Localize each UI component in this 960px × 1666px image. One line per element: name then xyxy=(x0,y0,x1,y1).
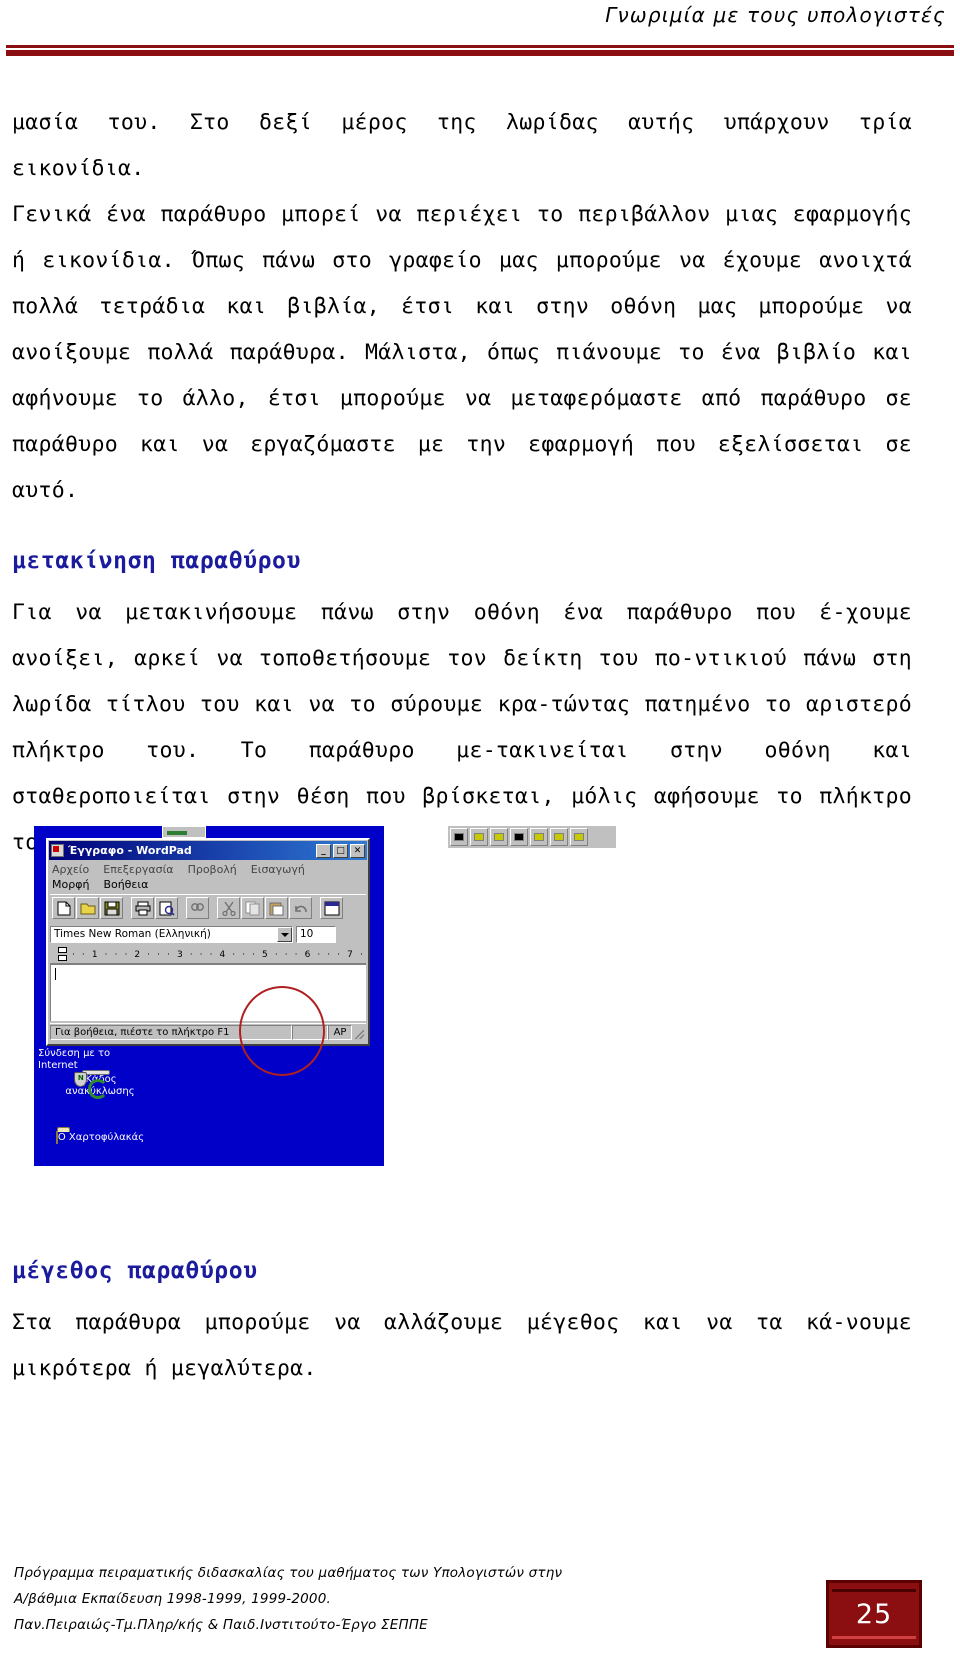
desktop-icon-briefcase[interactable]: Ο Χαρτοφύλακάς xyxy=(54,1131,146,1144)
paragraph-3: Για να μετακινήσουμε πάνω στην οθόνη ένα… xyxy=(12,600,912,855)
copy-icon[interactable] xyxy=(241,897,264,919)
close-button[interactable]: ✕ xyxy=(350,843,365,858)
desktop-icon-internet-label: Σύνδεση με το Internet xyxy=(38,1048,111,1071)
figure-windows-screenshot: Έγγραφο - WordPad _ □ ✕ Αρχείο Επεξεργασ… xyxy=(34,826,616,1166)
header-rule xyxy=(6,45,954,56)
open-folder-icon[interactable] xyxy=(76,897,99,919)
font-name-combo[interactable]: Times New Roman (Ελληνική) xyxy=(50,925,293,943)
menu-item-insert[interactable]: Εισαγωγή xyxy=(251,862,305,877)
strip-button-1[interactable] xyxy=(450,828,468,846)
wordpad-app-icon xyxy=(51,844,64,857)
briefcase-folder-icon xyxy=(55,1131,58,1144)
desktop-background: Έγγραφο - WordPad _ □ ✕ Αρχείο Επεξεργασ… xyxy=(34,826,384,1166)
strip-button-5[interactable] xyxy=(530,828,548,846)
wordpad-window[interactable]: Έγγραφο - WordPad _ □ ✕ Αρχείο Επεξεργασ… xyxy=(46,838,370,1046)
text-caret xyxy=(55,968,56,980)
save-icon[interactable] xyxy=(100,897,123,919)
page-number-badge: 25 xyxy=(826,1580,922,1648)
first-line-indent-marker[interactable] xyxy=(58,947,67,953)
status-pane-blank xyxy=(292,1025,328,1040)
desktop-icon-briefcase-label: Ο Χαρτοφύλακάς xyxy=(57,1132,145,1143)
desktop-icon-internet[interactable]: Σύνδεση με το Internet xyxy=(34,1048,150,1072)
wordpad-toolbar xyxy=(50,894,366,921)
print-preview-icon[interactable] xyxy=(155,897,178,919)
wordpad-statusbar: Για βοήθεια, πιέστε το πλήκτρο F1 AP xyxy=(50,1023,366,1041)
footer-line-2: Α/βάθμια Εκπαίδευση 1998-1999, 1999-2000… xyxy=(14,1591,331,1607)
header-rule-bottom xyxy=(6,50,954,56)
footer-line-1: Πρόγραμμα πειραματικής διδασκαλίας του μ… xyxy=(14,1565,563,1581)
font-name-value: Times New Roman (Ελληνική) xyxy=(54,928,211,940)
page-content: μασία του. Στο δεξί μέρος της λωρίδας αυ… xyxy=(12,100,912,866)
background-window-edge xyxy=(162,826,206,838)
heading-window-size: μέγεθος παραθύρου xyxy=(12,1258,258,1284)
menu-item-file[interactable]: Αρχείο xyxy=(52,862,89,877)
strip-button-3[interactable] xyxy=(490,828,508,846)
wordpad-document-area[interactable] xyxy=(50,964,366,1021)
ruler-marks: · · 1 · · · 2 · · · 3 · · · 4 · · · 5 · … xyxy=(72,949,365,960)
left-indent-marker[interactable] xyxy=(58,955,67,961)
page-header: Γνωριμία με τους υπολογιστές xyxy=(0,0,960,62)
paragraph-4: Στα παράθυρα μπορούμε να αλλάζουμε μέγεθ… xyxy=(12,1310,912,1381)
chevron-down-icon[interactable] xyxy=(277,926,292,942)
menu-item-edit[interactable]: Επεξεργασία xyxy=(103,862,173,877)
cut-icon[interactable] xyxy=(217,897,240,919)
resize-grip-icon[interactable] xyxy=(352,1025,366,1040)
wordpad-title-text: Έγγραφο - WordPad xyxy=(68,844,192,857)
page-footer: Πρόγραμμα πειραματικής διδασκαλίας του μ… xyxy=(0,1516,960,1666)
header-title: Γνωριμία με τους υπολογιστές xyxy=(605,3,946,27)
menubar-row-1: Αρχείο Επεξεργασία Προβολή Εισαγωγή xyxy=(52,862,364,877)
paragraph-1: μασία του. Στο δεξί μέρος της λωρίδας αυ… xyxy=(12,110,912,181)
undo-icon[interactable] xyxy=(289,897,312,919)
status-caps-indicator: AP xyxy=(328,1025,352,1040)
desktop-icon-recycle-bin[interactable]: N Κάδος ανακύκλωσης xyxy=(54,1072,146,1099)
page-content-lower: μέγεθος παραθύρου Στα παράθυρα μπορούμε … xyxy=(12,1254,912,1392)
menu-item-format[interactable]: Μορφή xyxy=(52,877,89,892)
maximize-button[interactable]: □ xyxy=(333,843,348,858)
print-icon[interactable] xyxy=(131,897,154,919)
heading-move-window: μετακίνηση παραθύρου xyxy=(12,548,301,574)
status-help-text: Για βοήθεια, πιέστε το πλήκτρο F1 xyxy=(50,1025,292,1040)
recycle-bin-icon: N xyxy=(74,1072,109,1099)
paragraph-2: Γενικά ένα παράθυρο μπορεί να περιέχει τ… xyxy=(12,202,912,503)
strip-button-4[interactable] xyxy=(510,828,528,846)
wordpad-titlebar[interactable]: Έγγραφο - WordPad _ □ ✕ xyxy=(49,841,367,860)
wordpad-format-bar: Times New Roman (Ελληνική) 10 xyxy=(50,924,366,944)
minimize-button[interactable]: _ xyxy=(316,843,331,858)
paste-icon[interactable] xyxy=(265,897,288,919)
wordpad-ruler[interactable]: · · 1 · · · 2 · · · 3 · · · 4 · · · 5 · … xyxy=(50,946,366,964)
date-time-icon[interactable] xyxy=(320,897,343,919)
footer-line-3: Παν.Πειραιώς-Τμ.Πληρ/κής & Παιδ.Ινστιτού… xyxy=(14,1617,428,1633)
page-number: 25 xyxy=(855,1598,893,1630)
menu-item-help[interactable]: Βοήθεια xyxy=(103,877,148,892)
font-size-value: 10 xyxy=(300,928,314,940)
figure-toolbar-strip xyxy=(448,826,616,848)
strip-button-7[interactable] xyxy=(570,828,588,846)
strip-button-2[interactable] xyxy=(470,828,488,846)
menu-item-view[interactable]: Προβολή xyxy=(188,862,237,877)
find-icon[interactable] xyxy=(186,897,209,919)
window-controls: _ □ ✕ xyxy=(316,843,365,858)
strip-button-6[interactable] xyxy=(550,828,568,846)
menubar-row-2: Μορφή Βοήθεια xyxy=(52,877,364,892)
font-size-combo[interactable]: 10 xyxy=(296,925,336,943)
footer-credits: Πρόγραμμα πειραματικής διδασκαλίας του μ… xyxy=(14,1560,562,1638)
wordpad-menubar: Αρχείο Επεξεργασία Προβολή Εισαγωγή Μορφ… xyxy=(48,861,368,892)
new-document-icon[interactable] xyxy=(52,897,75,919)
